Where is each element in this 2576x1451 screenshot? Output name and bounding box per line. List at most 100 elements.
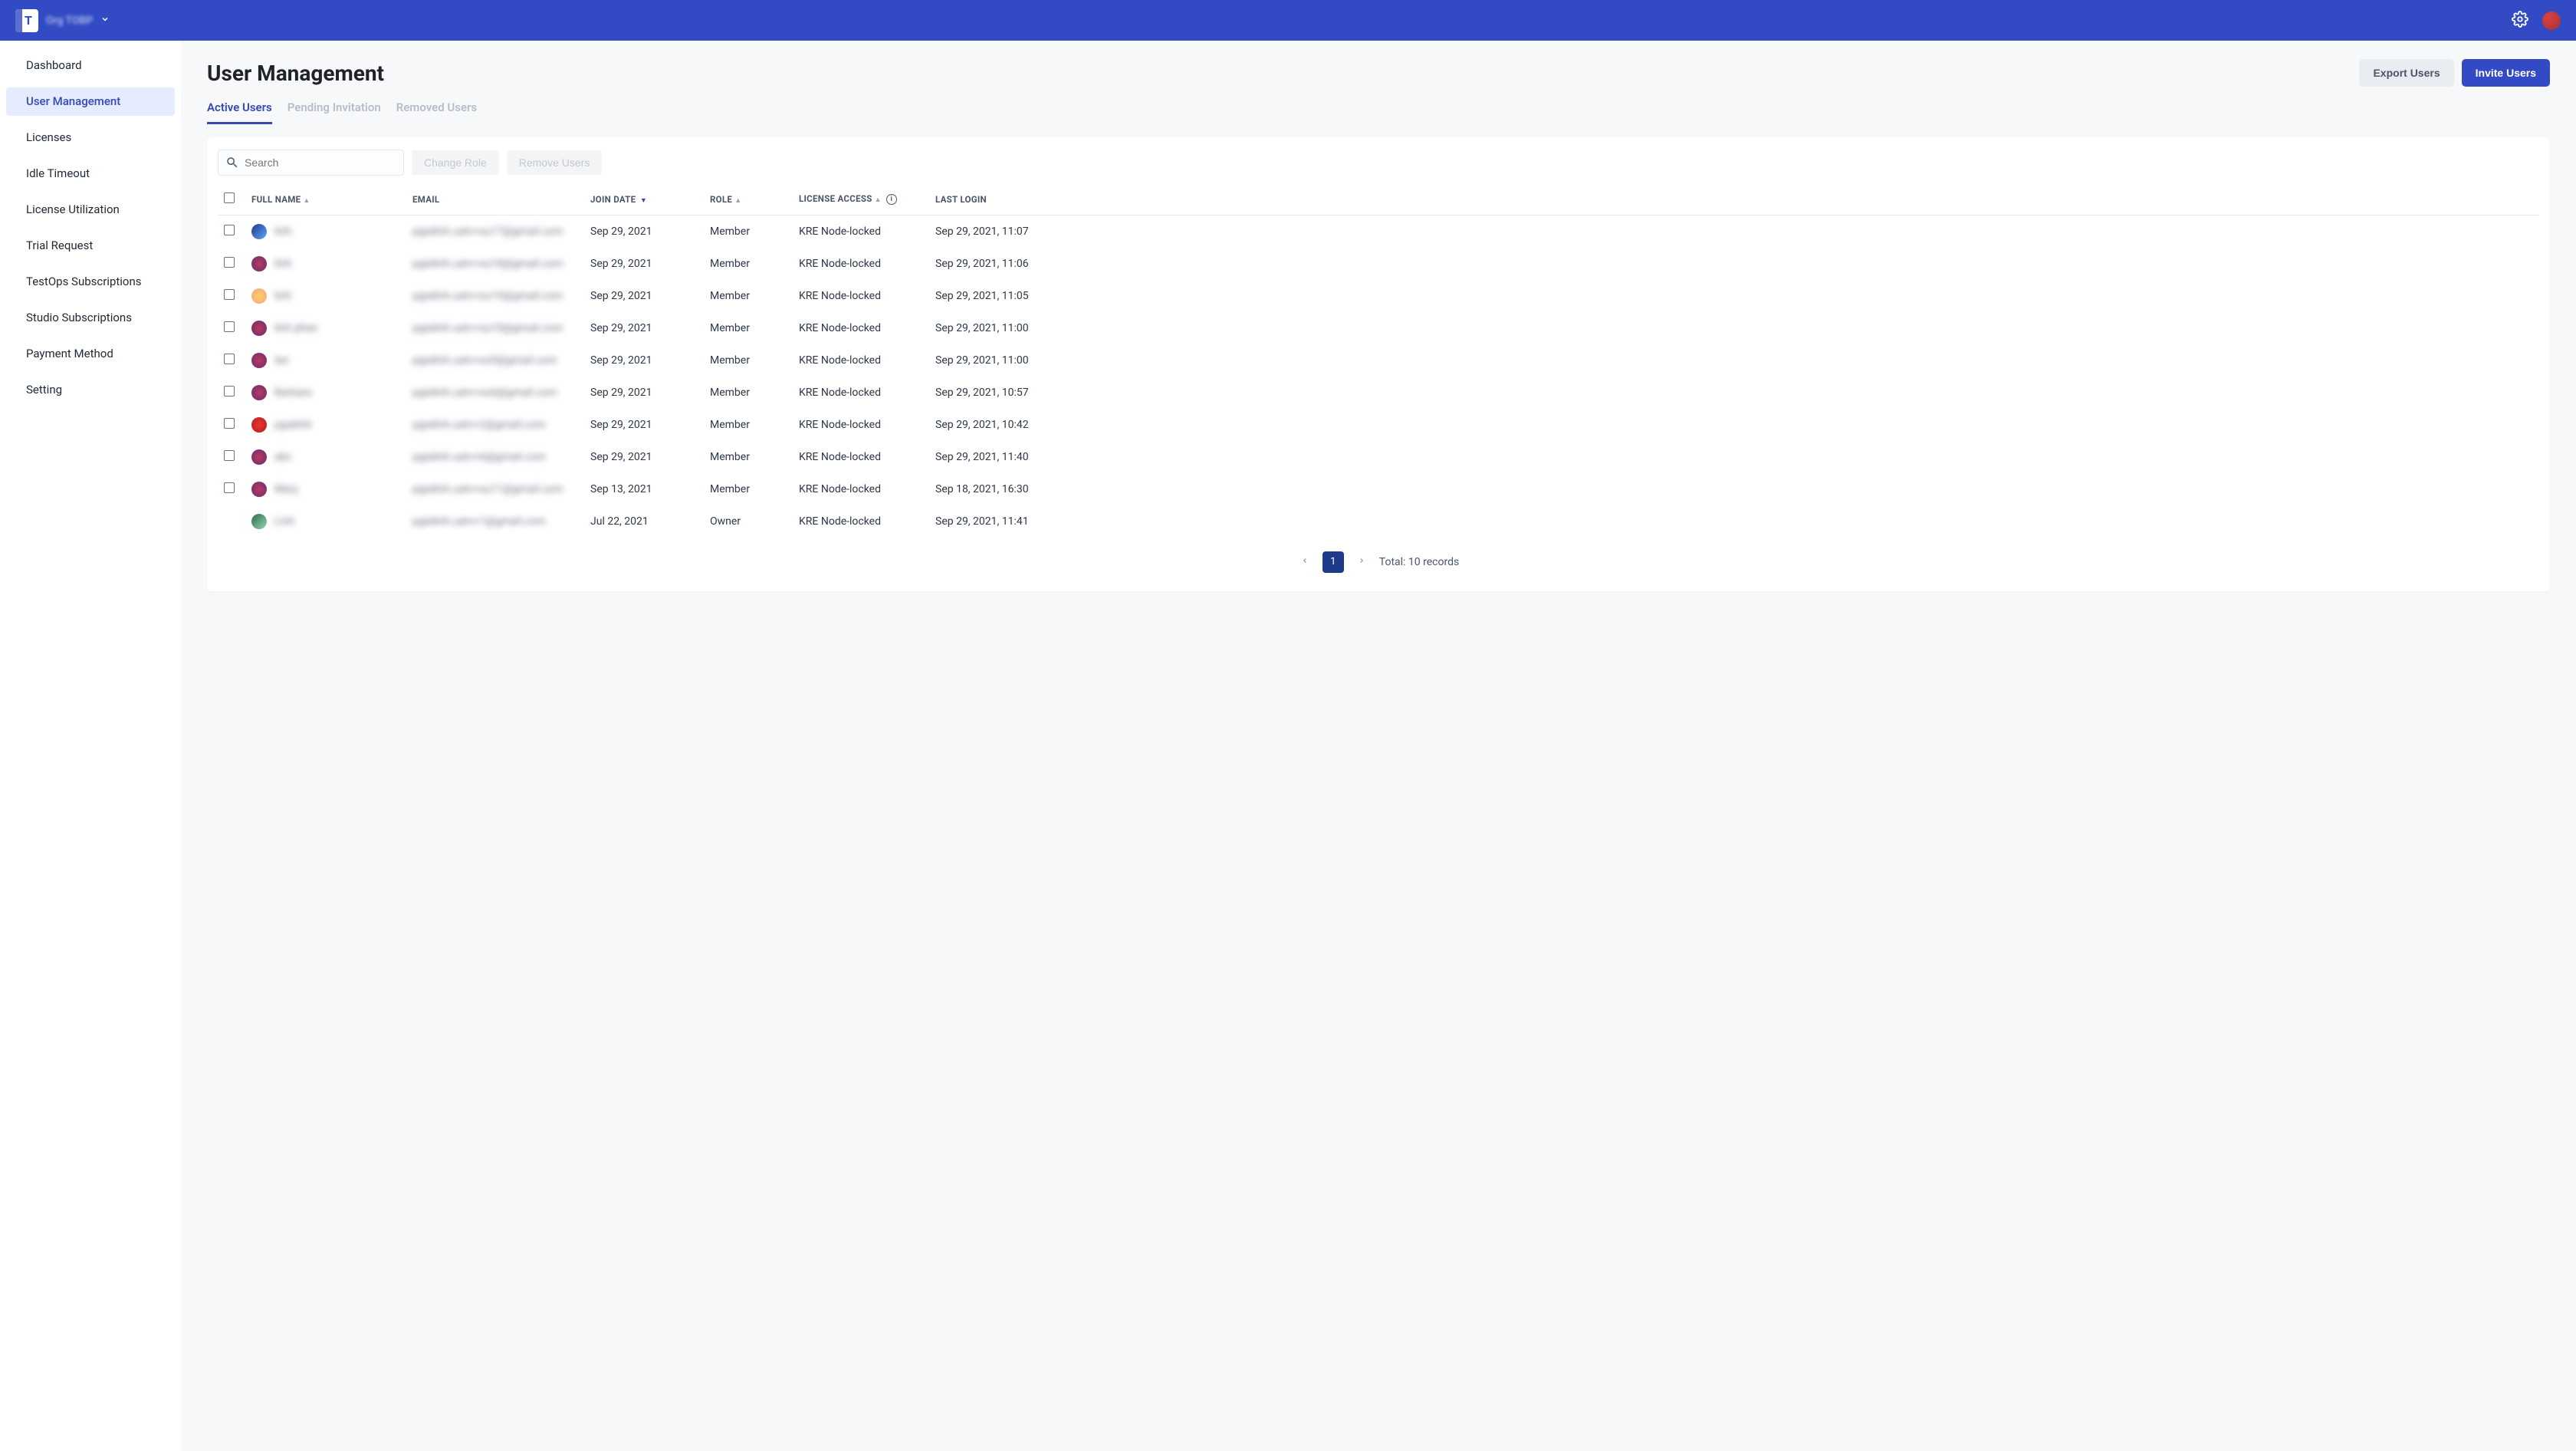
user-join-date: Sep 29, 2021 [584, 216, 704, 248]
row-checkbox[interactable] [224, 225, 235, 235]
user-avatar[interactable] [2542, 12, 2561, 30]
sidebar: Dashboard User Management Licenses Idle Tim… [0, 41, 181, 1451]
user-last-login: Sep 29, 2021, 11:40 [929, 441, 2539, 473]
col-join-date[interactable]: JOIN DATE ▼ [584, 183, 704, 216]
sidebar-item-testops-subscriptions[interactable]: TestOps Subscriptions [6, 268, 175, 296]
user-join-date: Sep 29, 2021 [584, 409, 704, 441]
row-checkbox[interactable] [224, 482, 235, 493]
main-content: User Management Export Users Invite User… [181, 41, 2576, 1451]
users-card: Change Role Remove Users FULL NAME▲ EMAI… [207, 137, 2550, 591]
sidebar-item-trial-request[interactable]: Trial Request [6, 232, 175, 260]
user-email: pgialinh.uatv+su18@gmail.com [412, 258, 563, 270]
page-number[interactable]: 1 [1322, 551, 1344, 573]
user-last-login: Sep 29, 2021, 11:07 [929, 216, 2539, 248]
user-last-login: Sep 29, 2021, 11:06 [929, 248, 2539, 280]
user-email: pgialinh.uatv+su19@gmail.com [412, 290, 563, 302]
user-license: KRE Node-locked [793, 248, 929, 280]
select-all-checkbox[interactable] [224, 192, 235, 203]
avatar [251, 417, 267, 433]
col-full-name[interactable]: FULL NAME▲ [245, 183, 406, 216]
prev-page-icon[interactable] [1298, 552, 1312, 572]
user-email: pgialinh.uatv+su11@gmail.com [412, 483, 563, 495]
user-join-date: Sep 29, 2021 [584, 280, 704, 312]
user-license: KRE Node-locked [793, 377, 929, 409]
user-license: KRE Node-locked [793, 280, 929, 312]
user-last-login: Sep 29, 2021, 10:42 [929, 409, 2539, 441]
row-checkbox[interactable] [224, 386, 235, 396]
table-row: pgialinhpgialinh.uatv+2@gmail.comSep 29,… [218, 409, 2539, 441]
avatar [251, 321, 267, 336]
user-join-date: Sep 13, 2021 [584, 473, 704, 505]
user-role: Member [704, 280, 793, 312]
search-icon [225, 156, 239, 169]
user-license: KRE Node-locked [793, 312, 929, 344]
table-row: linhpgialinh.uatv+su19@gmail.comSep 29, … [218, 280, 2539, 312]
user-email: pgialinh.uatv+su17@gmail.com [412, 225, 563, 238]
user-email: pgialinh.uatv+2@gmail.com [412, 419, 546, 431]
user-role: Member [704, 409, 793, 441]
user-last-login: Sep 29, 2021, 11:00 [929, 312, 2539, 344]
change-role-button[interactable]: Change Role [412, 150, 499, 175]
sidebar-item-user-management[interactable]: User Management [6, 87, 175, 116]
user-full-name: linh phan [274, 322, 318, 334]
info-icon[interactable]: i [886, 194, 897, 205]
pagination: 1 Total: 10 records [218, 551, 2539, 573]
table-row: abcpgialinh.uatv+6@gmail.comSep 29, 2021… [218, 441, 2539, 473]
row-checkbox[interactable] [224, 289, 235, 300]
page-title: User Management [207, 61, 384, 86]
user-role: Member [704, 248, 793, 280]
sidebar-item-dashboard[interactable]: Dashboard [6, 51, 175, 80]
tab-removed-users[interactable]: Removed Users [396, 100, 477, 124]
user-role: Member [704, 344, 793, 377]
avatar [251, 385, 267, 400]
col-email[interactable]: EMAIL [406, 183, 584, 216]
sidebar-item-setting[interactable]: Setting [6, 376, 175, 404]
sidebar-item-payment-method[interactable]: Payment Method [6, 340, 175, 368]
tab-active-users[interactable]: Active Users [207, 100, 272, 124]
table-row: lanpgialinh.uatv+su9@gmail.comSep 29, 20… [218, 344, 2539, 377]
gear-icon[interactable] [2512, 11, 2528, 31]
user-join-date: Sep 29, 2021 [584, 344, 704, 377]
app-logo[interactable]: T [15, 9, 38, 32]
avatar [251, 256, 267, 271]
user-full-name: lan [274, 354, 289, 367]
invite-users-button[interactable]: Invite Users [2462, 59, 2550, 87]
row-checkbox[interactable] [224, 354, 235, 364]
user-role: Member [704, 216, 793, 248]
next-page-icon[interactable] [1355, 552, 1368, 572]
col-role[interactable]: ROLE▲ [704, 183, 793, 216]
user-full-name: Mary [274, 483, 298, 495]
topbar: T Org TOBP [0, 0, 2576, 41]
row-checkbox[interactable] [224, 450, 235, 461]
user-join-date: Sep 29, 2021 [584, 377, 704, 409]
user-role: Owner [704, 505, 793, 538]
chevron-down-icon[interactable] [100, 15, 110, 27]
user-license: KRE Node-locked [793, 344, 929, 377]
sidebar-item-studio-subscriptions[interactable]: Studio Subscriptions [6, 304, 175, 332]
users-table: FULL NAME▲ EMAIL JOIN DATE ▼ ROLE▲ LICEN… [218, 183, 2539, 538]
user-email: pgialinh.uatv+1@gmail.com [412, 515, 546, 528]
user-join-date: Sep 29, 2021 [584, 441, 704, 473]
col-last-login[interactable]: LAST LOGIN [929, 183, 2539, 216]
org-switcher-label[interactable]: Org TOBP [46, 15, 93, 27]
avatar [251, 482, 267, 497]
row-checkbox[interactable] [224, 257, 235, 268]
row-checkbox[interactable] [224, 418, 235, 429]
remove-users-button[interactable]: Remove Users [507, 150, 603, 175]
user-role: Member [704, 312, 793, 344]
row-checkbox[interactable] [224, 321, 235, 332]
user-license: KRE Node-locked [793, 505, 929, 538]
tab-pending-invitation[interactable]: Pending Invitation [288, 100, 381, 124]
sidebar-item-idle-timeout[interactable]: Idle Timeout [6, 160, 175, 188]
avatar [251, 288, 267, 304]
user-license: KRE Node-locked [793, 473, 929, 505]
user-join-date: Jul 22, 2021 [584, 505, 704, 538]
export-users-button[interactable]: Export Users [2359, 59, 2453, 87]
col-license-access[interactable]: LICENSE ACCESS▲i [793, 183, 929, 216]
sidebar-item-license-utilization[interactable]: License Utilization [6, 196, 175, 224]
sidebar-item-licenses[interactable]: Licenses [6, 123, 175, 152]
user-email: pgialinh.uatv+su6@gmail.com [412, 387, 557, 399]
user-full-name: Barbara [274, 387, 312, 399]
search-input[interactable] [218, 150, 404, 176]
user-full-name: linh [274, 258, 291, 270]
